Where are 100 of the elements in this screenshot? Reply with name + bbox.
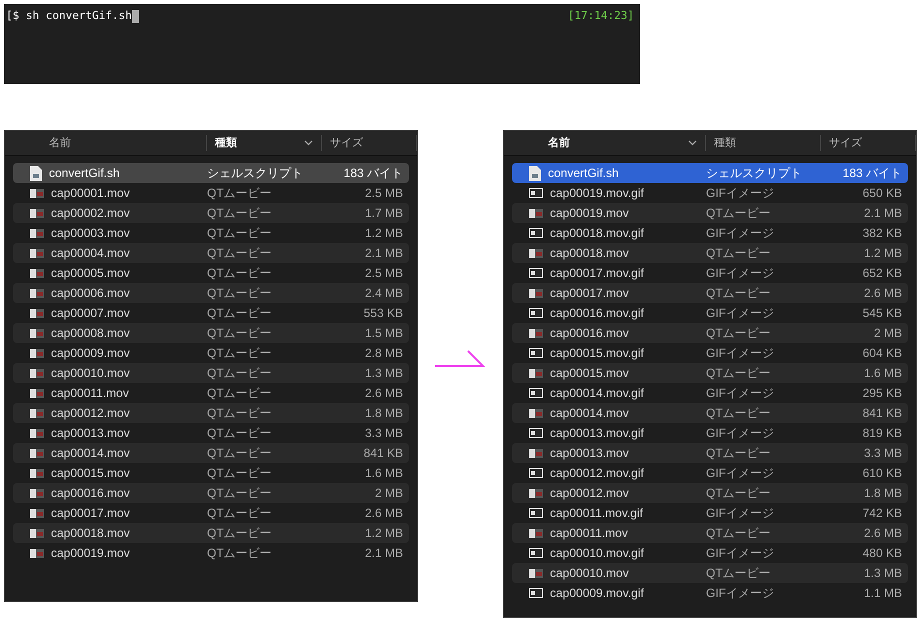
file-name: cap00017.mov: [51, 505, 130, 522]
file-row[interactable]: cap00017.mov.gif GIFイメージ 652 KB: [512, 263, 908, 283]
video-thumbnail-icon: [30, 468, 44, 478]
file-row[interactable]: cap00016.mov QTムービー 2 MB: [13, 483, 409, 503]
file-size: 1.2 MB: [862, 245, 902, 262]
file-row[interactable]: cap00005.mov QTムービー 2.5 MB: [13, 263, 409, 283]
video-thumbnail-icon: [30, 528, 44, 538]
file-row[interactable]: cap00014.mov QTムービー 841 KB: [13, 443, 409, 463]
file-row[interactable]: cap00004.mov QTムービー 2.1 MB: [13, 243, 409, 263]
file-type: GIFイメージ: [706, 465, 775, 482]
file-row[interactable]: cap00002.mov QTムービー 1.7 MB: [13, 203, 409, 223]
file-type: QTムービー: [207, 465, 273, 482]
file-name: cap00012.mov: [550, 485, 629, 502]
video-thumbnail-icon: [529, 248, 543, 258]
file-row[interactable]: cap00007.mov QTムービー 553 KB: [13, 303, 409, 323]
image-frame-icon: [529, 588, 543, 598]
file-type: QTムービー: [706, 565, 772, 582]
file-name: cap00010.mov.gif: [550, 545, 644, 562]
file-row[interactable]: cap00015.mov QTムービー 1.6 MB: [13, 463, 409, 483]
file-type: QTムービー: [207, 425, 273, 442]
file-row[interactable]: cap00013.mov.gif GIFイメージ 819 KB: [512, 423, 908, 443]
video-thumbnail-icon: [529, 288, 543, 298]
file-row[interactable]: cap00019.mov QTムービー 2.1 MB: [512, 203, 908, 223]
file-size: 652 KB: [862, 265, 902, 282]
file-type: GIFイメージ: [706, 425, 775, 442]
video-thumbnail-icon: [30, 448, 44, 458]
file-row[interactable]: cap00008.mov QTムービー 1.5 MB: [13, 323, 409, 343]
file-size: 2 MB: [872, 325, 902, 342]
file-size: 2.1 MB: [364, 245, 403, 262]
file-row[interactable]: cap00011.mov.gif GIFイメージ 742 KB: [512, 503, 908, 523]
file-row[interactable]: cap00017.mov QTムービー 2.6 MB: [512, 283, 908, 303]
file-type: QTムービー: [207, 325, 273, 342]
file-name: cap00010.mov: [51, 365, 130, 382]
video-thumbnail-icon: [529, 408, 543, 418]
column-header[interactable]: 名前: [5, 135, 207, 151]
column-header[interactable]: サイズ: [821, 135, 916, 151]
file-name: cap00009.mov: [51, 345, 130, 362]
file-name: cap00011.mov: [51, 385, 129, 402]
file-size: 2.5 MB: [364, 265, 403, 282]
file-row[interactable]: cap00012.mov QTムービー 1.8 MB: [512, 483, 908, 503]
file-type: GIFイメージ: [706, 345, 775, 362]
file-row[interactable]: cap00013.mov QTムービー 3.3 MB: [13, 423, 409, 443]
file-name: cap00016.mov.gif: [550, 305, 644, 322]
file-row[interactable]: cap00018.mov.gif GIFイメージ 382 KB: [512, 223, 908, 243]
file-size: 1.5 MB: [364, 325, 403, 342]
file-row[interactable]: convertGif.sh シェルスクリプト 183 バイト: [13, 163, 409, 183]
column-header[interactable]: 種類: [706, 135, 821, 151]
file-row[interactable]: convertGif.sh シェルスクリプト 183 バイト: [512, 163, 908, 183]
file-row[interactable]: cap00012.mov.gif GIFイメージ 610 KB: [512, 463, 908, 483]
file-name: cap00011.mov.gif: [550, 505, 643, 522]
file-row[interactable]: cap00018.mov QTムービー 1.2 MB: [13, 523, 409, 543]
file-type: GIFイメージ: [706, 505, 775, 522]
file-row[interactable]: cap00009.mov QTムービー 2.8 MB: [13, 343, 409, 363]
video-thumbnail-icon: [30, 508, 44, 518]
file-row[interactable]: cap00015.mov.gif GIFイメージ 604 KB: [512, 343, 908, 363]
file-row[interactable]: cap00019.mov QTムービー 2.1 MB: [13, 543, 409, 563]
video-thumbnail-icon: [529, 488, 543, 498]
file-row[interactable]: cap00001.mov QTムービー 2.5 MB: [13, 183, 409, 203]
cursor-block: [132, 10, 139, 23]
file-row[interactable]: cap00009.mov.gif GIFイメージ 1.1 MB: [512, 583, 908, 603]
file-row[interactable]: cap00010.mov.gif GIFイメージ 480 KB: [512, 543, 908, 563]
file-type: GIFイメージ: [706, 305, 775, 322]
file-row[interactable]: cap00014.mov QTムービー 841 KB: [512, 403, 908, 423]
file-size: 1.2 MB: [364, 525, 403, 542]
chevron-down-icon: [304, 140, 313, 146]
file-name: cap00007.mov: [51, 305, 130, 322]
file-size: 3.3 MB: [862, 445, 902, 462]
file-type: QTムービー: [207, 285, 273, 302]
file-row[interactable]: cap00016.mov QTムービー 2 MB: [512, 323, 908, 343]
file-name: cap00008.mov: [51, 325, 130, 342]
file-row[interactable]: cap00011.mov QTムービー 2.6 MB: [13, 383, 409, 403]
file-size: 480 KB: [862, 545, 902, 562]
file-row[interactable]: cap00014.mov.gif GIFイメージ 295 KB: [512, 383, 908, 403]
column-header[interactable]: 種類: [207, 135, 322, 151]
file-size: 2.5 MB: [364, 185, 403, 202]
column-header[interactable]: サイズ: [322, 135, 417, 151]
file-row[interactable]: cap00013.mov QTムービー 3.3 MB: [512, 443, 908, 463]
file-size: 2.4 MB: [364, 285, 403, 302]
file-row[interactable]: cap00019.mov.gif GIFイメージ 650 KB: [512, 183, 908, 203]
file-size: 1.3 MB: [364, 365, 403, 382]
file-size: 2.8 MB: [364, 345, 403, 362]
video-thumbnail-icon: [529, 328, 543, 338]
video-thumbnail-icon: [529, 528, 543, 538]
file-row[interactable]: cap00017.mov QTムービー 2.6 MB: [13, 503, 409, 523]
file-name: cap00019.mov.gif: [550, 185, 644, 202]
file-row[interactable]: cap00006.mov QTムービー 2.4 MB: [13, 283, 409, 303]
file-row[interactable]: cap00018.mov QTムービー 1.2 MB: [512, 243, 908, 263]
image-frame-icon: [529, 308, 543, 318]
file-row[interactable]: cap00010.mov QTムービー 1.3 MB: [512, 563, 908, 583]
file-row[interactable]: cap00011.mov QTムービー 2.6 MB: [512, 523, 908, 543]
file-name: cap00013.mov: [550, 445, 629, 462]
file-name: cap00015.mov: [550, 365, 629, 382]
file-row[interactable]: cap00016.mov.gif GIFイメージ 545 KB: [512, 303, 908, 323]
file-size: 1.3 MB: [862, 565, 902, 582]
file-row[interactable]: cap00003.mov QTムービー 1.2 MB: [13, 223, 409, 243]
file-name: cap00004.mov: [51, 245, 130, 262]
file-row[interactable]: cap00015.mov QTムービー 1.6 MB: [512, 363, 908, 383]
file-row[interactable]: cap00010.mov QTムービー 1.3 MB: [13, 363, 409, 383]
file-row[interactable]: cap00012.mov QTムービー 1.8 MB: [13, 403, 409, 423]
column-header[interactable]: 名前: [504, 135, 706, 151]
